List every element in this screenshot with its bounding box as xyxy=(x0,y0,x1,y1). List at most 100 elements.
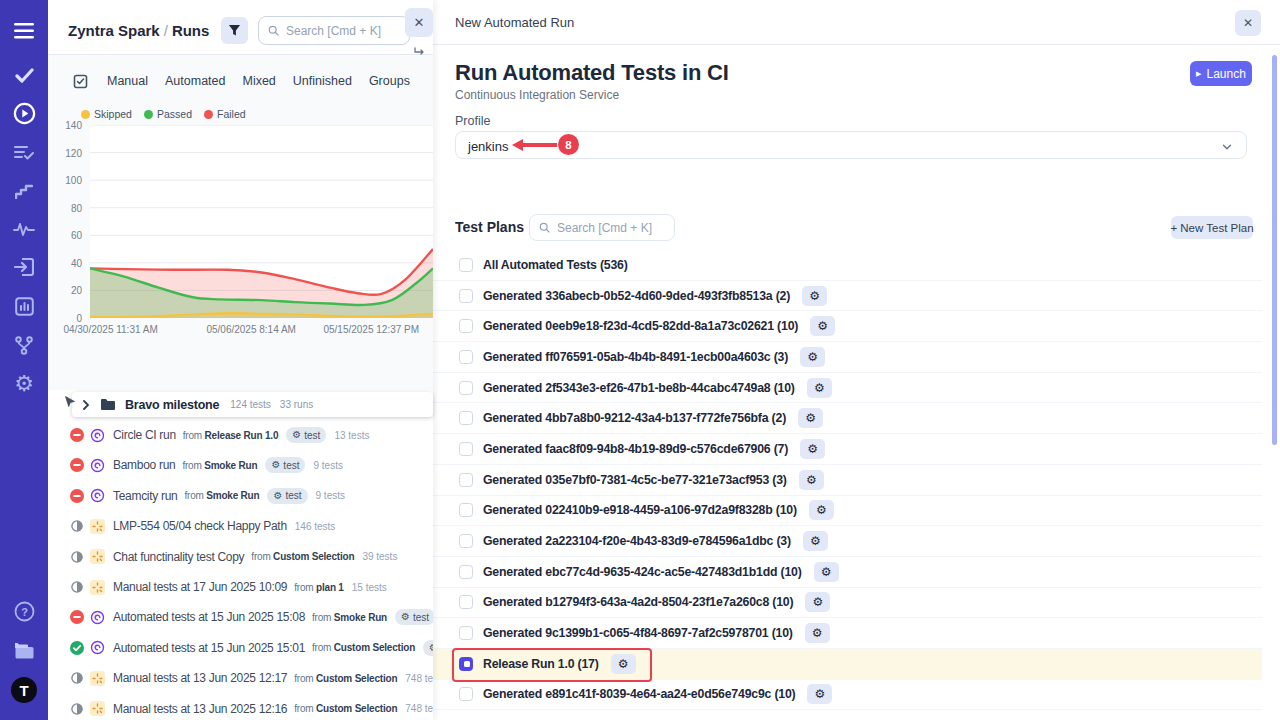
breadcrumb-project[interactable]: Zyntra Spark xyxy=(68,22,160,39)
new-test-plan-button[interactable]: + New Test Plan xyxy=(1171,216,1253,239)
test-plan-row[interactable]: Release Run 1.0 (17) ⚙ xyxy=(433,649,1262,680)
tab-automated[interactable]: Automated xyxy=(165,74,225,88)
test-plan-checkbox[interactable] xyxy=(459,411,473,425)
run-list-item[interactable]: Manual tests at 13 Jun 2025 12:17 from C… xyxy=(48,663,433,693)
test-plans-search-input[interactable]: Search [Cmd + K] xyxy=(529,214,675,241)
runs-nav-icon[interactable] xyxy=(0,97,48,129)
run-list-item[interactable]: Chat functinality test Copy from Custom … xyxy=(48,542,433,572)
reports-nav-icon[interactable] xyxy=(0,290,48,322)
run-list-item[interactable]: Manual tests at 13 Jun 2025 12:16 from C… xyxy=(48,694,433,720)
run-list-item[interactable]: Manual tests at 17 Jun 2025 10:09 from p… xyxy=(48,572,433,602)
test-plan-row[interactable]: Generated ff076591-05ab-4b4b-8491-1ecb00… xyxy=(433,342,1262,373)
run-list-item[interactable]: Teamcity run from Smoke Run ⚙ test 9 tes… xyxy=(48,481,433,511)
run-tests-count: 748 tests xyxy=(405,703,433,714)
run-list-item[interactable]: Bamboo run from Smoke Run ⚙ test 9 tests xyxy=(48,450,433,480)
test-plan-gear-button[interactable]: ⚙ xyxy=(803,531,828,551)
run-list-item[interactable]: Circle CI run from Release Run 1.0 ⚙ tes… xyxy=(48,420,433,450)
folder-nav-icon[interactable] xyxy=(0,634,48,666)
test-plan-row[interactable]: Generated 022410b9-e918-4459-a106-97d2a9… xyxy=(433,496,1262,527)
select-all-icon[interactable] xyxy=(73,74,88,89)
test-plan-gear-button[interactable]: ⚙ xyxy=(800,347,825,367)
branch-nav-icon[interactable] xyxy=(0,329,48,361)
tab-mixed[interactable]: Mixed xyxy=(242,74,275,88)
test-plan-gear-button[interactable]: ⚙ xyxy=(807,378,832,398)
run-tests-count: 39 tests xyxy=(362,551,397,562)
test-plan-gear-button[interactable]: ⚙ xyxy=(800,439,825,459)
test-plan-gear-button[interactable]: ⚙ xyxy=(799,470,824,490)
test-plan-checkbox[interactable] xyxy=(459,503,473,517)
test-plan-row[interactable]: Generated 4bb7a8b0-9212-43a4-b137-f772fe… xyxy=(433,403,1262,434)
test-plan-checkbox[interactable] xyxy=(459,289,473,303)
run-list-item[interactable]: LMP-554 05/04 check Happy Path ⚙ 146 tes… xyxy=(48,511,433,541)
run-list-item[interactable]: Automated tests at 15 Jun 2025 15:01 fro… xyxy=(48,633,433,663)
manual-run-icon xyxy=(90,701,105,716)
test-plan-checkbox[interactable] xyxy=(459,534,473,548)
milestone-name[interactable]: Bravo milestone xyxy=(125,398,219,412)
test-plan-checkbox[interactable] xyxy=(459,657,473,671)
test-plan-gear-button[interactable]: ⚙ xyxy=(805,623,830,643)
test-plan-checkbox[interactable] xyxy=(459,687,473,701)
panel-close-button[interactable]: ✕ xyxy=(1235,10,1261,36)
milestone-row[interactable]: Bravo milestone 124 tests 33 runs xyxy=(72,392,433,417)
hamburger-menu-icon[interactable] xyxy=(0,15,48,47)
help-icon[interactable]: ? xyxy=(0,595,48,627)
test-plan-gear-button[interactable]: ⚙ xyxy=(810,316,835,336)
test-plan-row[interactable]: Generated e891c41f-8039-4e64-aa24-e0d56e… xyxy=(433,680,1262,711)
test-plan-checkbox[interactable] xyxy=(459,442,473,456)
test-plan-row[interactable]: Generated ebc77c4d-9635-424c-ac5e-427483… xyxy=(433,557,1262,588)
launch-button[interactable]: ▶ Launch xyxy=(1190,61,1252,86)
test-plan-gear-button[interactable]: ⚙ xyxy=(805,592,830,612)
test-plan-gear-button[interactable]: ⚙ xyxy=(814,562,839,582)
milestone-expand-icon[interactable] xyxy=(81,400,91,410)
test-plan-gear-button[interactable]: ⚙ xyxy=(611,654,636,674)
breadcrumb[interactable]: Zyntra Spark/Runs xyxy=(68,22,209,39)
test-plan-row[interactable]: Generated 2a223104-f20e-4b43-83d9-e78459… xyxy=(433,526,1262,557)
runs-search-input[interactable]: Search [Cmd + K] xyxy=(258,16,410,45)
test-plan-checkbox[interactable] xyxy=(459,381,473,395)
list-check-nav-icon[interactable] xyxy=(0,137,48,169)
settings-nav-icon[interactable]: ⚙ xyxy=(0,368,48,400)
activity-nav-icon[interactable] xyxy=(0,213,48,245)
test-plan-label: Generated 2a223104-f20e-4b43-83d9-e78459… xyxy=(483,534,791,548)
test-plan-checkbox[interactable] xyxy=(459,258,473,272)
test-plan-row[interactable]: Generated faac8f09-94b8-4b19-89d9-c576cd… xyxy=(433,434,1262,465)
legend-item-failed: Failed xyxy=(204,108,246,120)
run-tests-count: 748 tests xyxy=(405,673,433,684)
test-plan-row[interactable]: Generated 336abecb-0b52-4d60-9ded-493f3f… xyxy=(433,281,1262,312)
checkmark-nav-icon[interactable] xyxy=(0,59,48,91)
test-plan-checkbox[interactable] xyxy=(459,626,473,640)
test-plan-checkbox[interactable] xyxy=(459,350,473,364)
scrollbar-thumb[interactable] xyxy=(1272,55,1277,445)
test-plan-row[interactable]: Generated 035e7bf0-7381-4c5c-be77-321e73… xyxy=(433,465,1262,496)
run-list-item[interactable]: Automated tests at 15 Jun 2025 15:08 fro… xyxy=(48,602,433,632)
app-logo[interactable]: T xyxy=(0,674,48,706)
test-plan-gear-button[interactable]: ⚙ xyxy=(802,286,827,306)
status-pending-icon xyxy=(71,702,83,714)
runs-tabs: Manual Automated Mixed Unfinished Groups xyxy=(48,66,433,96)
test-plan-checkbox[interactable] xyxy=(459,319,473,333)
test-plan-gear-button[interactable]: ⚙ xyxy=(807,684,832,704)
test-plan-checkbox[interactable] xyxy=(459,473,473,487)
test-plan-row[interactable]: Generated b12794f3-643a-4a2d-8504-23f1e7… xyxy=(433,588,1262,619)
tab-unfinished[interactable]: Unfinished xyxy=(293,74,352,88)
test-plan-row[interactable]: All Automated Tests (536) ⚙ xyxy=(433,250,1262,281)
breadcrumb-page[interactable]: Runs xyxy=(172,22,210,39)
test-plan-gear-button[interactable]: ⚙ xyxy=(809,500,834,520)
test-plan-checkbox[interactable] xyxy=(459,565,473,579)
test-plan-row[interactable]: Generated 0eeb9e18-f23d-4cd5-82dd-8a1a73… xyxy=(433,311,1262,342)
test-plan-gear-button[interactable]: ⚙ xyxy=(798,408,823,428)
test-plan-checkbox[interactable] xyxy=(459,595,473,609)
gear-icon: ⚙ xyxy=(813,596,824,608)
filter-button[interactable] xyxy=(221,17,248,44)
steps-nav-icon[interactable] xyxy=(0,175,48,207)
test-plan-row[interactable]: Generated 9c1399b1-c065-4f84-8697-7af2c5… xyxy=(433,618,1262,649)
gear-icon: ⚙ xyxy=(810,535,821,547)
tab-manual[interactable]: Manual xyxy=(107,74,148,88)
run-source: from plan 1 xyxy=(294,582,344,593)
tab-groups[interactable]: Groups xyxy=(369,74,410,88)
y-axis-label: 100 xyxy=(65,175,82,186)
test-plan-row[interactable]: Generated 2f5343e3-ef26-47b1-be8b-44cabc… xyxy=(433,373,1262,404)
test-plan-label: Generated 4bb7a8b0-9212-43a4-b137-f772fe… xyxy=(483,411,786,425)
runs-panel-close-button[interactable]: ✕ xyxy=(405,8,433,37)
import-nav-icon[interactable] xyxy=(0,251,48,283)
